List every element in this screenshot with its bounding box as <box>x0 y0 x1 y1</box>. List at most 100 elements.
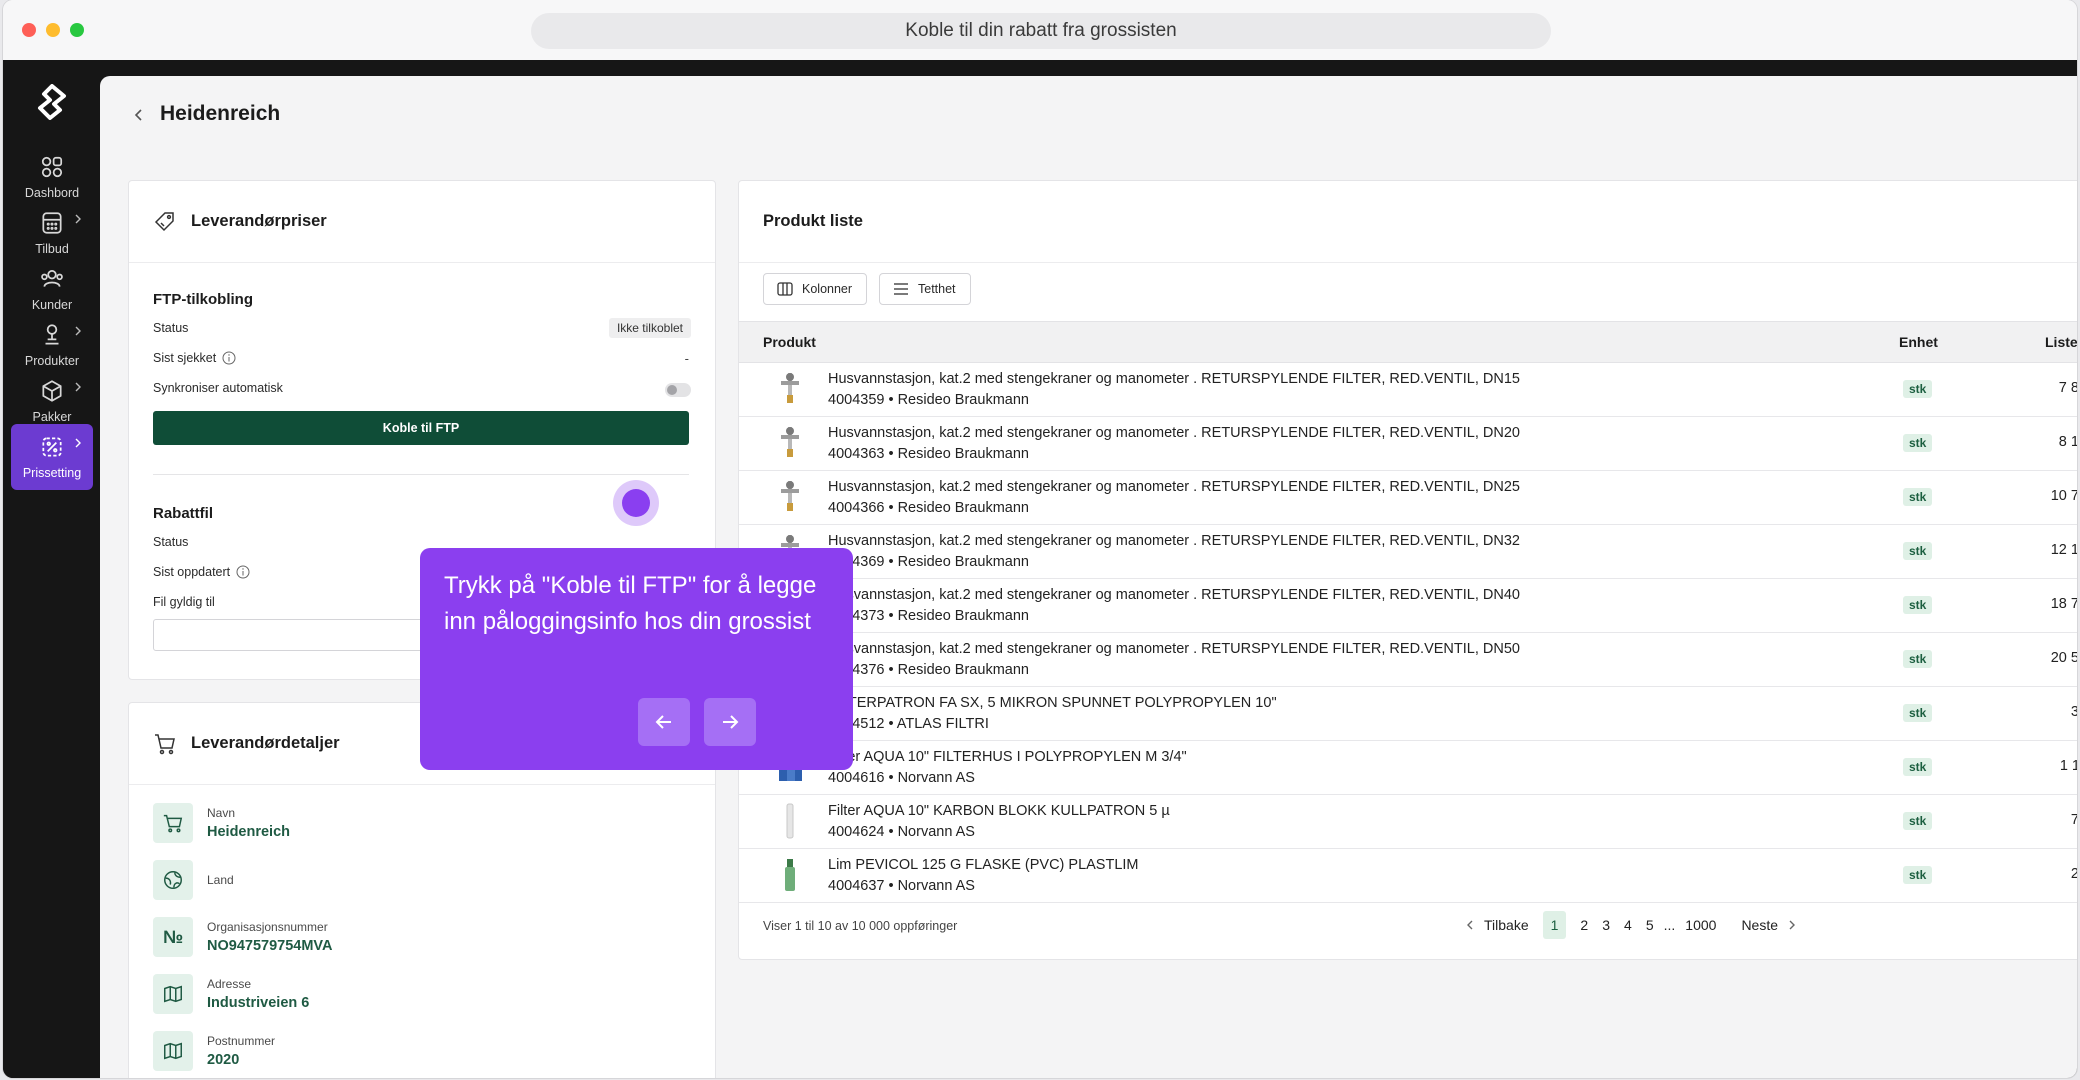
price-tag-icon <box>154 211 174 231</box>
sidebar-item-label: Prissetting <box>22 466 82 480</box>
kolonner-label: Kolonner <box>802 282 853 296</box>
column-header-listepris[interactable]: Listep <box>2045 334 2077 350</box>
table-row[interactable]: Husvannstasjon, kat.2 med stengekraner o… <box>739 579 2077 633</box>
product-meta: 4004376 • Resideo Braukmann <box>828 662 1029 678</box>
product-icon <box>45 324 59 345</box>
product-name[interactable]: FILTERPATRON FA SX, 5 MIKRON SPUNNET POL… <box>828 695 1277 711</box>
pager-next[interactable]: Neste <box>1741 917 1778 933</box>
pager-page-1[interactable]: 1 <box>1542 911 1567 939</box>
product-name[interactable]: Husvannstasjon, kat.2 med stengekraner o… <box>828 641 1520 657</box>
rabattfil-status-label: Status <box>153 535 189 549</box>
app-logo-icon[interactable] <box>36 84 68 120</box>
list-price: 20 55 <box>2050 650 2077 666</box>
column-header-enhet[interactable]: Enhet <box>1899 334 1938 350</box>
table-row[interactable]: FILTERPATRON FA SX, 5 MIKRON SPUNNET POL… <box>739 687 2077 741</box>
minimize-window-button[interactable] <box>46 23 60 37</box>
table-header: Produkt Enhet Listep <box>739 321 2077 363</box>
close-window-button[interactable] <box>22 23 36 37</box>
table-row[interactable]: Filter AQUA 10" KARBON BLOKK KULLPATRON … <box>739 795 2077 849</box>
list-price: 12 14 <box>2050 542 2077 558</box>
tetthet-label: Tetthet <box>918 282 956 296</box>
sist-sjekket-row: Sist sjekket <box>153 351 236 365</box>
table-row[interactable]: Filter AQUA 10" FILTERHUS I POLYPROPYLEN… <box>739 741 2077 795</box>
table-row[interactable]: Lim PEVICOL 125 G FLASKE (PVC) PLASTLIM 4… <box>739 849 2077 903</box>
product-name[interactable]: Husvannstasjon, kat.2 med stengekraner o… <box>828 533 1520 549</box>
list-price: 1 11 <box>2059 758 2077 774</box>
sidebar-item-label: Dashbord <box>24 186 80 200</box>
tetthet-button[interactable]: Tetthet <box>879 273 971 305</box>
detail-value: 2020 <box>207 1052 240 1068</box>
rabattfil-section-title: Rabattfil <box>153 505 213 522</box>
arrow-right-icon <box>723 715 739 729</box>
detail-value: Heidenreich <box>207 824 290 840</box>
card-title: Produkt liste <box>763 212 863 230</box>
product-name[interactable]: Lim PEVICOL 125 G FLASKE (PVC) PLASTLIM <box>828 857 1139 873</box>
tour-tooltip: Trykk på "Koble til FTP" for å legge inn… <box>420 548 853 770</box>
chevron-right-icon <box>75 382 81 392</box>
product-name[interactable]: Filter AQUA 10" KARBON BLOKK KULLPATRON … <box>828 803 1170 819</box>
detail-label: Land <box>207 873 234 887</box>
unit-badge: stk <box>1903 380 1933 398</box>
sist-oppdatert-row: Sist oppdatert <box>153 565 250 579</box>
app-frame: Dashbord Tilbud Kunder Produkter Pakker <box>3 60 2077 1078</box>
maximize-window-button[interactable] <box>70 23 84 37</box>
fil-gyldig-label: Fil gyldig til <box>153 595 215 609</box>
users-icon <box>41 270 63 287</box>
pager-page-3[interactable]: 3 <box>1602 917 1610 933</box>
chevron-right-icon[interactable] <box>1785 918 1799 932</box>
unit-badge: stk <box>1903 866 1933 884</box>
chevron-right-icon <box>75 326 81 336</box>
tooltip-next-button[interactable] <box>704 698 756 746</box>
table-row[interactable]: Husvannstasjon, kat.2 med stengekraner o… <box>739 525 2077 579</box>
product-name[interactable]: Filter AQUA 10" FILTERHUS I POLYPROPYLEN… <box>828 749 1187 765</box>
sidebar-item-prissetting[interactable]: Prissetting <box>11 424 93 490</box>
package-icon <box>42 380 62 402</box>
pager-prev[interactable]: Tilbake <box>1484 917 1529 933</box>
tour-hotspot[interactable] <box>622 489 650 517</box>
product-name[interactable]: Husvannstasjon, kat.2 med stengekraner o… <box>828 371 1520 387</box>
address-bar[interactable]: Koble til din rabatt fra grossisten <box>531 13 1551 49</box>
tooltip-back-button[interactable] <box>638 698 690 746</box>
sist-sjekket-value: - <box>684 351 689 366</box>
detail-value: NO947579754MVA <box>207 938 333 954</box>
product-name[interactable]: Husvannstasjon, kat.2 med stengekraner o… <box>828 587 1520 603</box>
list-price: 8 13 <box>2058 434 2077 450</box>
table-row[interactable]: Husvannstasjon, kat.2 med stengekraner o… <box>739 417 2077 471</box>
ftp-section-title: FTP-tilkobling <box>153 291 253 308</box>
koble-til-ftp-button[interactable]: Koble til FTP <box>153 411 689 445</box>
detail-navn: Navn Heidenreich <box>153 803 290 843</box>
tooltip-text: Trykk på "Koble til FTP" for å legge inn… <box>444 572 817 635</box>
pager-page-4[interactable]: 4 <box>1624 917 1632 933</box>
sidebar-item-label: Tilbud <box>35 242 69 256</box>
product-name[interactable]: Husvannstasjon, kat.2 med stengekraner o… <box>828 479 1520 495</box>
detail-value: Industriveien 6 <box>207 995 310 1011</box>
info-icon[interactable] <box>222 351 236 365</box>
info-icon[interactable] <box>236 565 250 579</box>
back-chevron-icon[interactable] <box>130 106 148 124</box>
product-meta: 4004366 • Resideo Braukmann <box>828 500 1029 516</box>
detail-adresse: Adresse Industriveien 6 <box>153 974 309 1014</box>
pager-page-1000[interactable]: 1000 <box>1685 917 1716 933</box>
table-row[interactable]: Husvannstasjon, kat.2 med stengekraner o… <box>739 633 2077 687</box>
column-header-produkt[interactable]: Produkt <box>763 334 816 350</box>
browser-window: Koble til din rabatt fra grossisten Dash… <box>3 0 2077 1078</box>
kolonner-button[interactable]: Kolonner <box>763 273 868 305</box>
cart-icon <box>155 733 175 754</box>
arrow-left-icon <box>655 715 671 729</box>
table-row[interactable]: Husvannstasjon, kat.2 med stengekraner o… <box>739 363 2077 417</box>
table-row[interactable]: Husvannstasjon, kat.2 med stengekraner o… <box>739 471 2077 525</box>
title-bar: Koble til din rabatt fra grossisten <box>3 0 2077 60</box>
sync-label: Synkroniser automatisk <box>153 381 283 395</box>
product-meta: 4004369 • Resideo Braukmann <box>828 554 1029 570</box>
sync-toggle[interactable] <box>665 383 691 397</box>
sidebar-item-label: Pakker <box>32 410 72 424</box>
card-header: Leverandørpriser <box>129 181 715 263</box>
pager-page-5[interactable]: 5 <box>1646 917 1654 933</box>
main-content: Heidenreich Leverandørpriser FTP-tilkobl… <box>100 76 2077 1078</box>
unit-badge: stk <box>1903 542 1933 560</box>
product-name[interactable]: Husvannstasjon, kat.2 med stengekraner o… <box>828 425 1520 441</box>
pager-page-2[interactable]: 2 <box>1580 917 1588 933</box>
page-title: Heidenreich <box>160 102 281 125</box>
sist-oppdatert-label: Sist oppdatert <box>153 565 231 579</box>
chevron-left-icon[interactable] <box>1463 918 1477 932</box>
